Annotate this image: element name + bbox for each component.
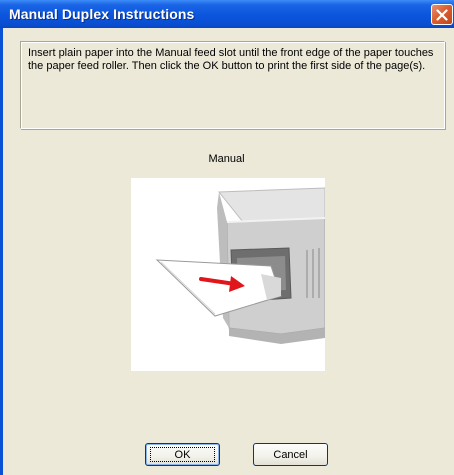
ok-button-label: OK [174, 449, 191, 461]
title-bar[interactable]: Manual Duplex Instructions [0, 0, 454, 28]
ok-button[interactable]: OK [145, 443, 220, 466]
window-title: Manual Duplex Instructions [9, 6, 195, 22]
instruction-panel: Insert plain paper into the Manual feed … [20, 41, 445, 129]
instruction-text: Insert plain paper into the Manual feed … [28, 47, 434, 72]
printer-manual-feed-illustration [131, 178, 326, 371]
dialog-window: Manual Duplex Instructions Insert plain … [0, 0, 454, 475]
close-icon [436, 9, 448, 21]
close-button[interactable] [431, 4, 453, 25]
cancel-button-label: Cancel [273, 449, 308, 461]
illustration-caption: Manual [208, 153, 245, 165]
cancel-button[interactable]: Cancel [253, 443, 328, 466]
dialog-body: Insert plain paper into the Manual feed … [3, 28, 454, 475]
